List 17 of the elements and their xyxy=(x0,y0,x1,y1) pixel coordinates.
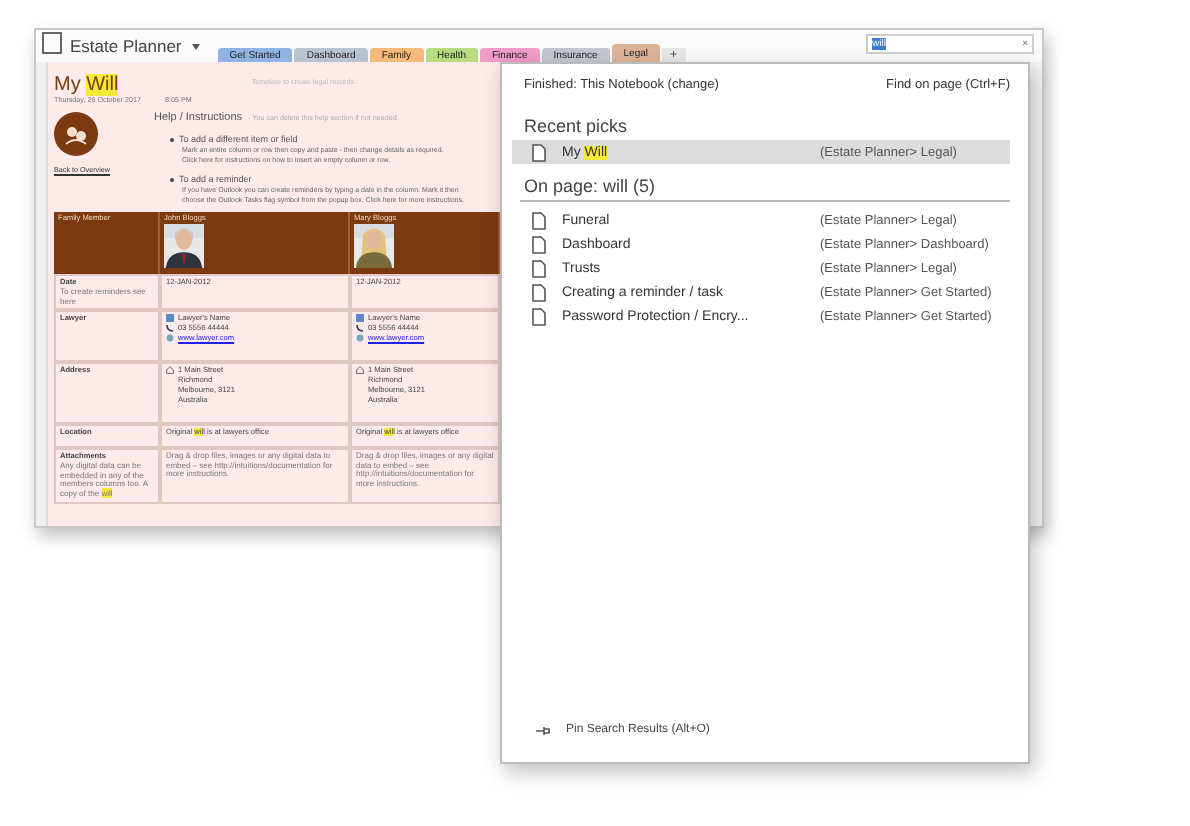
person-icon xyxy=(166,314,174,323)
globe-icon xyxy=(166,334,174,343)
caret-icon[interactable] xyxy=(191,44,200,50)
phone-icon xyxy=(166,324,174,333)
section-heading: Recent picks xyxy=(524,116,630,136)
section-heading: On page: will (5) xyxy=(524,176,658,200)
people-icon xyxy=(54,112,98,156)
notebook-title[interactable]: Estate Planner xyxy=(70,36,182,56)
globe-icon xyxy=(356,334,364,343)
phone-icon xyxy=(356,324,364,333)
person-icon xyxy=(356,314,364,323)
house-icon xyxy=(166,366,174,375)
house-icon xyxy=(356,366,364,375)
page-title: My Will xyxy=(54,74,121,96)
notebook-icon xyxy=(42,32,62,54)
pin-icon xyxy=(536,725,550,735)
page-icon xyxy=(532,143,546,161)
